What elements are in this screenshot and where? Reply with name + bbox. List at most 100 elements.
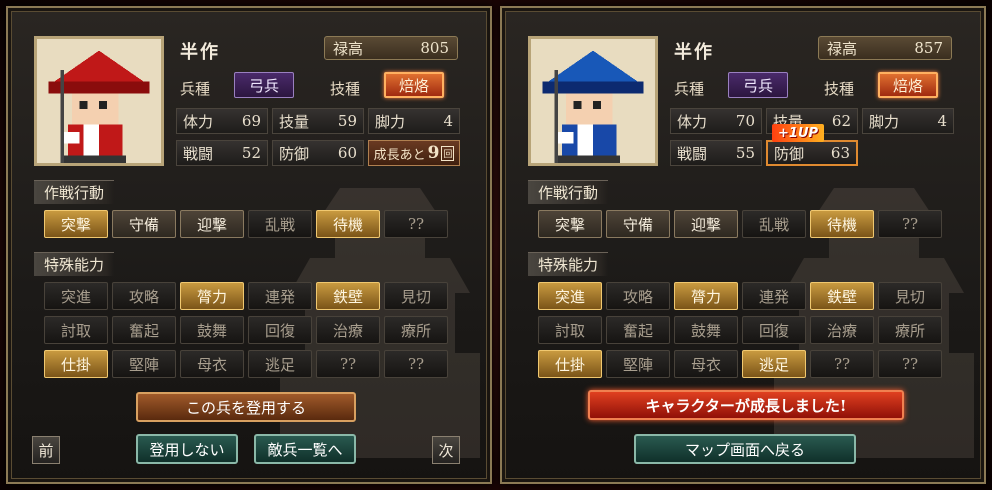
growth-value: 9 (427, 143, 440, 163)
stat-tech: 技量 59 (272, 108, 364, 134)
stat-legs-label: 脚力 (869, 112, 900, 131)
ability-button[interactable]: 母衣 (180, 350, 244, 378)
ability-button[interactable]: 逃足 (248, 350, 312, 378)
tactic-button[interactable]: 守備 (112, 210, 176, 238)
ability-button[interactable]: 鉄壁 (810, 282, 874, 310)
return-to-map-button[interactable]: マップ画面へ戻る (634, 434, 856, 464)
tactic-button[interactable]: 乱戦 (742, 210, 806, 238)
ability-button[interactable]: 回復 (248, 316, 312, 344)
ability-button[interactable]: 治療 (316, 316, 380, 344)
stat-hp-value: 69 (241, 112, 261, 130)
ability-button[interactable]: 奮起 (112, 316, 176, 344)
ability-button[interactable]: 見切 (878, 282, 942, 310)
ability-button[interactable]: 仕掛 (538, 350, 602, 378)
stat-legs-label: 脚力 (375, 112, 406, 131)
tactic-button[interactable]: 突撃 (44, 210, 108, 238)
stat-legs-value: 4 (937, 112, 947, 130)
stipend-box: 禄高 857 (818, 36, 952, 60)
stat-legs: 脚力 4 (862, 108, 954, 134)
tactic-button[interactable]: 迎撃 (180, 210, 244, 238)
ability-button[interactable]: 逃足 (742, 350, 806, 378)
unit-name: 半作 (180, 42, 220, 63)
tactic-button[interactable]: ?? (878, 210, 942, 238)
ability-button[interactable]: 鼓舞 (180, 316, 244, 344)
ability-button[interactable]: 討取 (44, 316, 108, 344)
stat-def: 防御 63 (766, 140, 858, 166)
tactics-title: 作戦行動 (528, 180, 609, 204)
prev-button[interactable]: 前 (32, 436, 60, 464)
class-value: 弓兵 (728, 72, 788, 98)
ability-button[interactable]: 療所 (878, 316, 942, 344)
ability-button[interactable]: 治療 (810, 316, 874, 344)
stat-def-value: 63 (830, 144, 850, 162)
enemy-list-button[interactable]: 敵兵一覧へ (254, 434, 356, 464)
growth-label: 成長あと (373, 147, 426, 163)
stat-atk: 戦闘 55 (670, 140, 762, 166)
stat-hp: 体力 70 (670, 108, 762, 134)
next-button[interactable]: 次 (432, 436, 460, 464)
tactic-button[interactable]: 待機 (810, 210, 874, 238)
stat-atk-value: 55 (735, 144, 755, 162)
ability-button[interactable]: 奮起 (606, 316, 670, 344)
stat-atk-label: 戦闘 (183, 144, 214, 163)
ability-button[interactable]: 堅陣 (606, 350, 670, 378)
ability-button[interactable]: ?? (316, 350, 380, 378)
skill-label: 技種 (330, 80, 361, 98)
tactics-title: 作戦行動 (34, 180, 115, 204)
ability-button[interactable]: 療所 (384, 316, 448, 344)
stipend-box: 禄高 805 (324, 36, 458, 60)
tactic-button[interactable]: 待機 (316, 210, 380, 238)
stat-tech-label: 技量 (279, 112, 310, 131)
growth-remaining: 成長あと 9 回 (368, 140, 460, 166)
stat-tech-value: 59 (337, 112, 357, 130)
stat-hp: 体力 69 (176, 108, 268, 134)
ability-button[interactable]: 母衣 (674, 350, 738, 378)
stipend-label: 禄高 (827, 39, 858, 58)
stat-def-value: 60 (337, 144, 357, 162)
abilities-title: 特殊能力 (34, 252, 115, 276)
unit-portrait (34, 36, 164, 166)
tactic-button[interactable]: 守備 (606, 210, 670, 238)
ability-button[interactable]: 突進 (538, 282, 602, 310)
unit-portrait (528, 36, 658, 166)
ability-button[interactable]: 討取 (538, 316, 602, 344)
ability-button[interactable]: 仕掛 (44, 350, 108, 378)
stat-atk-value: 52 (241, 144, 261, 162)
tactic-button[interactable]: 突撃 (538, 210, 602, 238)
decline-button[interactable]: 登用しない (136, 434, 238, 464)
ability-button[interactable]: 膂力 (674, 282, 738, 310)
ability-button[interactable]: 回復 (742, 316, 806, 344)
growth-banner: キャラクターが成長しました! (588, 390, 904, 420)
ability-button[interactable]: 見切 (384, 282, 448, 310)
stat-hp-value: 70 (735, 112, 755, 130)
skill-label: 技種 (824, 80, 855, 98)
stat-def: 防御 60 (272, 140, 364, 166)
unit-panel-before: 半作 禄高 805 兵種 弓兵 技種 焙烙 体力 69 技量 59 脚力 4 戦… (6, 6, 492, 484)
ability-button[interactable]: 堅陣 (112, 350, 176, 378)
ability-button[interactable]: 鼓舞 (674, 316, 738, 344)
tactic-button[interactable]: 迎撃 (674, 210, 738, 238)
ability-button[interactable]: 連発 (248, 282, 312, 310)
unit-panel-after: 半作 禄高 857 兵種 弓兵 技種 焙烙 体力 70 技量 62 脚力 4 戦… (500, 6, 986, 484)
unit-name: 半作 (674, 42, 714, 63)
stat-atk: 戦闘 52 (176, 140, 268, 166)
skill-value: 焙烙 (384, 72, 444, 98)
ability-button[interactable]: ?? (810, 350, 874, 378)
tactic-button[interactable]: 乱戦 (248, 210, 312, 238)
ability-button[interactable]: 膂力 (180, 282, 244, 310)
stat-legs-value: 4 (443, 112, 453, 130)
stipend-value: 857 (914, 39, 943, 57)
ability-button[interactable]: ?? (878, 350, 942, 378)
ability-button[interactable]: 攻略 (112, 282, 176, 310)
tactic-button[interactable]: ?? (384, 210, 448, 238)
recruit-button[interactable]: この兵を登用する (136, 392, 356, 422)
stat-legs: 脚力 4 (368, 108, 460, 134)
class-label: 兵種 (180, 80, 211, 98)
ability-button[interactable]: 連発 (742, 282, 806, 310)
ability-button[interactable]: 鉄壁 (316, 282, 380, 310)
stat-hp-label: 体力 (677, 112, 708, 131)
ability-button[interactable]: 突進 (44, 282, 108, 310)
stat-atk-label: 戦闘 (677, 144, 708, 163)
ability-button[interactable]: ?? (384, 350, 448, 378)
ability-button[interactable]: 攻略 (606, 282, 670, 310)
